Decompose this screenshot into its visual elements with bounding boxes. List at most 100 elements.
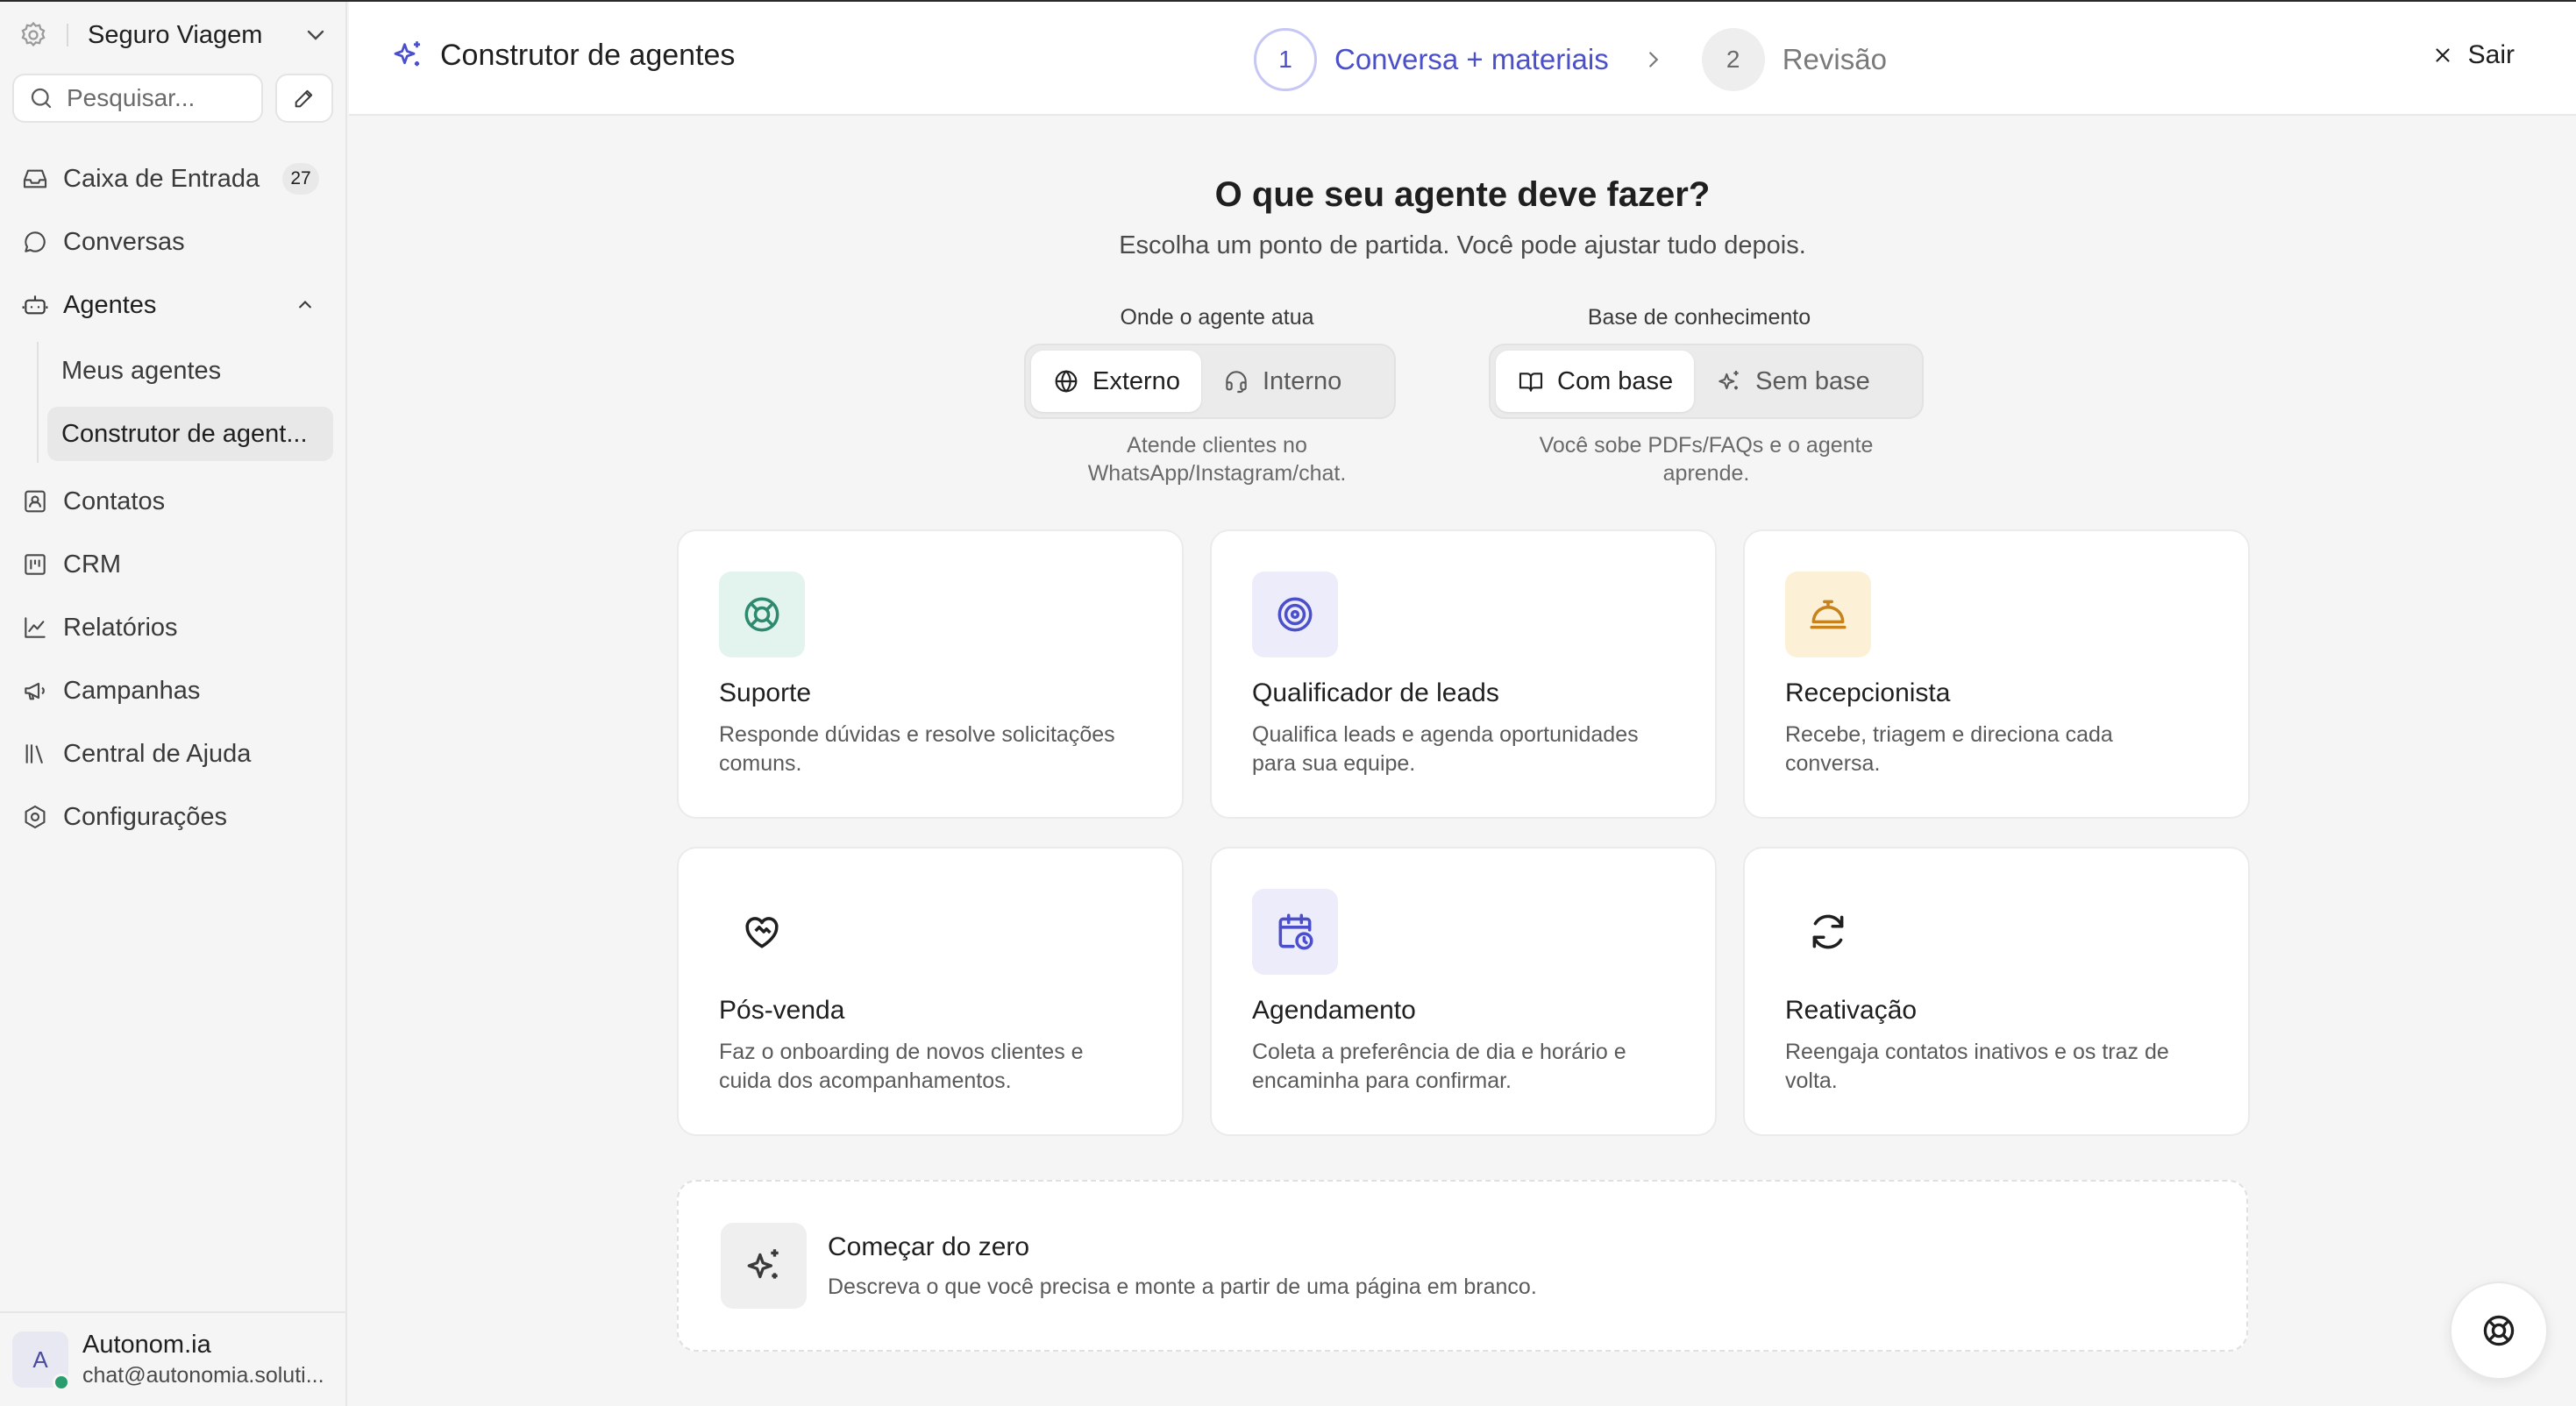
sidebar-item-inbox[interactable]: Caixa de Entrada 27: [9, 153, 333, 205]
template-description: Qualifica leads e agenda oportunidades p…: [1252, 721, 1675, 778]
sidebar-item-label: Relatórios: [63, 613, 178, 642]
scratch-description: Descreva o que você precisa e monte a pa…: [828, 1274, 1537, 1299]
template-description-line: Coleta a preferência de dia e horário e: [1252, 1040, 1626, 1064]
step-2-label[interactable]: Revisão: [1783, 43, 1887, 76]
template-card-scheduling[interactable]: Agendamento Coleta a preferência de dia …: [1210, 847, 1717, 1136]
book-open-icon: [1517, 367, 1545, 395]
template-card-post-sale[interactable]: Pós-venda Faz o onboarding de novos clie…: [677, 847, 1184, 1136]
sidebar: Seguro Viagem Caixa de Entrada 27 Conver…: [0, 2, 347, 1406]
user-profile[interactable]: A Autonom.ia chat@autonomia.soluti...: [0, 1311, 345, 1406]
scope-hint: Atende clientes no WhatsApp/Instagram/ch…: [1024, 431, 1410, 487]
handshake-heart-icon: [719, 889, 805, 975]
stepper: 1 Conversa + materiais 2 Revisão: [1254, 28, 1887, 91]
sparkles-icon: [1715, 367, 1743, 395]
scope-option-internal[interactable]: Interno: [1201, 351, 1363, 412]
builder-header: Construtor de agentes 1 Conversa + mater…: [349, 2, 2576, 116]
search-input[interactable]: [67, 84, 251, 112]
kanban-icon: [21, 550, 49, 579]
globe-icon: [1052, 367, 1080, 395]
unread-count-badge: 27: [282, 163, 319, 195]
contact-card-icon: [21, 487, 49, 515]
workspace-divider: [67, 24, 68, 46]
template-title: Agendamento: [1252, 996, 1416, 1025]
lifebuoy-icon: [719, 572, 805, 657]
avatar-initial: A: [32, 1346, 48, 1373]
sidebar-item-contacts[interactable]: Contatos: [9, 475, 333, 528]
sidebar-item-crm[interactable]: CRM: [9, 538, 333, 591]
knowledge-hint-line: aprende.: [1662, 461, 1750, 486]
sidebar-item-label: Caixa de Entrada: [63, 164, 260, 193]
scope-label: Onde o agente atua: [1120, 305, 1314, 330]
template-description-line: Reengaja contatos inativos e os traz de: [1785, 1040, 2169, 1064]
template-card-receptionist[interactable]: Recepcionista Recebe, triagem e direcion…: [1743, 529, 2250, 819]
sidebar-item-conversations[interactable]: Conversas: [9, 216, 333, 268]
sidebar-item-campaigns[interactable]: Campanhas: [9, 664, 333, 717]
template-description-line: cuida dos acompanhamentos.: [719, 1069, 1012, 1093]
concierge-bell-icon: [1785, 572, 1871, 657]
sidebar-item-agents[interactable]: Agentes: [9, 279, 333, 331]
template-description-line: Recebe, triagem e direciona cada: [1785, 722, 2113, 747]
avatar: A: [12, 1331, 70, 1391]
scope-toggle: Externo Interno: [1024, 344, 1396, 419]
sparkles-icon: [389, 37, 426, 74]
library-icon: [21, 740, 49, 768]
scope-option-external[interactable]: Externo: [1031, 351, 1201, 412]
template-card-lead-qualifier[interactable]: Qualificador de leads Qualifica leads e …: [1210, 529, 1717, 819]
sparkles-icon: [721, 1223, 807, 1309]
settings-icon: [21, 803, 49, 831]
template-description-line: Responde dúvidas e resolve solicitações: [719, 722, 1115, 747]
page-title-text: Construtor de agentes: [440, 38, 736, 72]
template-description: Responde dúvidas e resolve solicitações …: [719, 721, 1142, 778]
online-status-dot: [53, 1374, 70, 1391]
chevron-up-icon: [293, 293, 317, 317]
workspace-name: Seguro Viagem: [88, 20, 263, 49]
page-title: Construtor de agentes: [389, 37, 735, 74]
template-description: Faz o onboarding de novos clientes e cui…: [719, 1038, 1142, 1096]
sidebar-item-label: Agentes: [63, 290, 157, 319]
step-2-number[interactable]: 2: [1701, 28, 1765, 91]
exit-label: Sair: [2467, 40, 2515, 69]
template-description: Coleta a preferência de dia e horário e …: [1252, 1038, 1675, 1096]
sidebar-item-reports[interactable]: Relatórios: [9, 601, 333, 654]
builder-main: O que seu agente deve fazer? Escolha um …: [349, 117, 2576, 1406]
user-email: chat@autonomia.soluti...: [82, 1363, 324, 1388]
sidebar-subitem-agent-builder[interactable]: Construtor de agent...: [47, 407, 333, 461]
scratch-title: Começar do zero: [828, 1232, 1030, 1261]
exit-button[interactable]: Sair: [2431, 40, 2515, 70]
template-description: Reengaja contatos inativos e os traz de …: [1785, 1038, 2208, 1096]
user-name: Autonom.ia: [82, 1331, 211, 1359]
template-description: Recebe, triagem e direciona cada convers…: [1785, 721, 2208, 778]
sidebar-item-help-center[interactable]: Central de Ajuda: [9, 728, 333, 780]
gear-logo-icon: [18, 19, 49, 51]
headset-icon: [1222, 367, 1250, 395]
start-from-scratch-card[interactable]: Começar do zero Descreva o que você prec…: [677, 1180, 2248, 1352]
knowledge-hint: Você sobe PDFs/FAQs e o agente aprende.: [1489, 431, 1924, 487]
template-description-line: Qualifica leads e agenda oportunidades: [1252, 722, 1639, 747]
knowledge-toggle: Com base Sem base: [1489, 344, 1924, 419]
compose-button[interactable]: [275, 74, 333, 123]
knowledge-option-without-base[interactable]: Sem base: [1694, 351, 1891, 412]
step-1-label[interactable]: Conversa + materiais: [1334, 43, 1609, 76]
knowledge-label: Base de conhecimento: [1587, 305, 1811, 330]
workspace-switcher[interactable]: Seguro Viagem: [18, 18, 330, 53]
scope-hint-line: WhatsApp/Instagram/chat.: [1087, 461, 1347, 486]
template-title: Suporte: [719, 678, 812, 707]
help-button[interactable]: [2450, 1282, 2548, 1380]
sidebar-subitem-my-agents[interactable]: Meus agentes: [47, 344, 333, 398]
sidebar-item-label: Central de Ajuda: [63, 739, 252, 768]
step-1-number[interactable]: 1: [1254, 28, 1317, 91]
inbox-icon: [21, 165, 49, 193]
subnav-guide-line: [37, 342, 39, 463]
template-card-support[interactable]: Suporte Responde dúvidas e resolve solic…: [677, 529, 1184, 819]
template-card-reactivation[interactable]: Reativação Reengaja contatos inativos e …: [1743, 847, 2250, 1136]
chat-bubble-icon: [21, 228, 49, 256]
sidebar-item-label: CRM: [63, 550, 122, 579]
search-icon: [28, 85, 54, 111]
sidebar-item-settings[interactable]: Configurações: [9, 791, 333, 843]
lifebuoy-icon: [2480, 1311, 2518, 1350]
template-description-line: Faz o onboarding de novos clientes e: [719, 1040, 1084, 1064]
knowledge-option-with-base[interactable]: Com base: [1496, 351, 1695, 412]
scope-hint-line: Atende clientes no: [1127, 433, 1307, 458]
template-description-line: volta.: [1785, 1069, 1838, 1093]
search-box: [12, 74, 263, 123]
